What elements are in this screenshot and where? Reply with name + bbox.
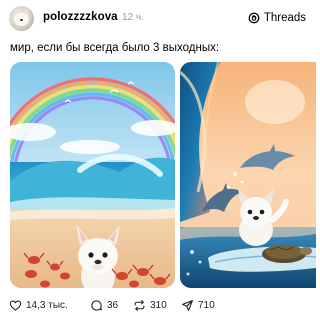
repost-icon (134, 300, 145, 311)
comment-icon (91, 300, 102, 311)
username[interactable]: polozzzzkova (43, 11, 118, 23)
avatar[interactable] (9, 6, 34, 31)
like-count: 14,3 тыс. (26, 300, 68, 311)
reply-count: 36 (107, 300, 119, 311)
reply-button[interactable]: 36 (90, 299, 118, 312)
post-header: polozzzzkova 12 ч. Threads (0, 0, 316, 36)
share-button[interactable]: 710 (181, 299, 215, 312)
heart-icon (9, 300, 22, 311)
repost-count: 310 (150, 300, 167, 311)
repost-button[interactable]: 310 (133, 299, 167, 312)
threads-brand[interactable]: Threads (248, 10, 306, 26)
post-time: 12 ч. (122, 12, 144, 23)
post-image-beach[interactable] (10, 62, 175, 288)
send-icon (182, 300, 193, 311)
threads-label: Threads (263, 12, 306, 24)
post-caption: мир, если бы всегда было 3 выходных: (10, 42, 220, 54)
beach-puppy-rainbow-image (10, 62, 175, 288)
surfing-puppy-dolphins-image (180, 62, 316, 288)
post-image-surf[interactable] (180, 62, 316, 288)
like-button[interactable]: 14,3 тыс. (9, 299, 68, 312)
share-count: 710 (198, 300, 215, 311)
post-actions: 14,3 тыс. 36 310 710 (0, 296, 316, 318)
threads-logo-icon (248, 12, 260, 24)
